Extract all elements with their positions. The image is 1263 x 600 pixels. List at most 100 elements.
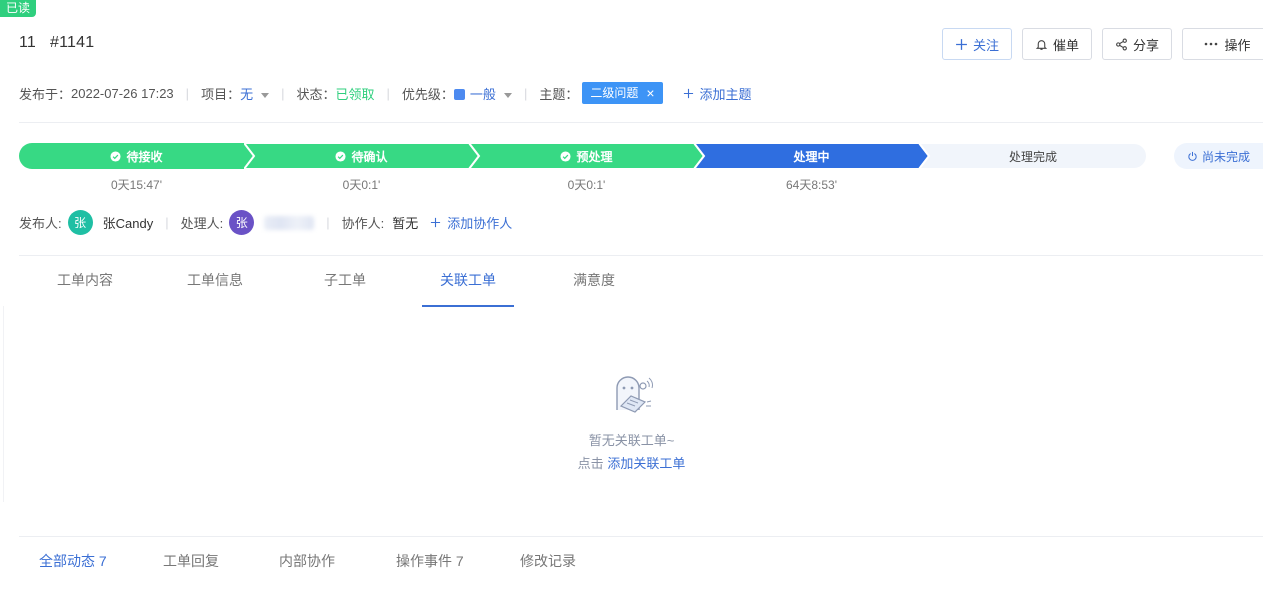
divider: |	[185, 85, 190, 101]
project-select[interactable]: 无	[240, 84, 270, 103]
handler-name-redacted	[264, 215, 315, 230]
operate-label: 操作	[1224, 37, 1251, 53]
unfinished-button[interactable]: 尚未完成	[1174, 143, 1263, 169]
ticket-title: 11 #1141	[19, 34, 94, 52]
topic-label: 主题：	[539, 86, 579, 102]
progress-step-4: 处理中	[694, 143, 929, 169]
activity-tab-2[interactable]: 工单回复	[163, 551, 219, 571]
empty-state: 暂无关联工单~ 点击 添加关联工单	[0, 370, 1263, 472]
caret-down-icon	[503, 92, 512, 98]
follow-button[interactable]: 关注	[942, 28, 1012, 60]
progress-step-duration: 0天15:47'	[111, 178, 162, 192]
progress-step-label: 待接收	[110, 148, 163, 165]
published-label: 发布于：	[19, 86, 72, 102]
plus-icon	[683, 88, 693, 98]
activity-tab-1[interactable]: 全部动态 7	[39, 551, 107, 571]
add-related-ticket-link[interactable]: 添加关联工单	[607, 456, 685, 471]
ticket-meta-row: 发布于： 2022-07-26 17:23 | 项目： 无 | 状态： 已领取 …	[19, 82, 752, 104]
detail-tabs: 工单内容 工单信息 子工单 关联工单 满意度	[19, 256, 1263, 307]
close-icon[interactable]: ×	[646, 82, 654, 104]
ticket-id: #1141	[50, 34, 95, 51]
section-divider	[19, 122, 1263, 123]
published-value: 2022-07-26 17:23	[71, 85, 174, 101]
power-icon	[1188, 151, 1197, 161]
status-value: 已领取	[335, 86, 375, 102]
add-topic-link[interactable]: 添加主题	[683, 84, 752, 103]
unfinished-label: 尚未完成	[1201, 149, 1250, 164]
divider: |	[523, 85, 528, 101]
add-collaborator-link[interactable]: 添加协作人	[430, 213, 512, 232]
publisher-avatar: 张	[67, 210, 93, 235]
share-icon	[1116, 38, 1127, 50]
progress-step-text: 待接收	[126, 149, 163, 164]
empty-message: 暂无关联工单~	[588, 433, 675, 448]
progress-step-label: 待确认	[335, 148, 388, 165]
section-divider	[19, 536, 1263, 537]
activity-tab-3[interactable]: 内部协作	[279, 551, 335, 571]
topic-tag: 二级问题 ×	[582, 82, 663, 104]
tab-3[interactable]: 子工单	[299, 256, 391, 307]
progress-step-5: 处理完成	[919, 143, 1147, 169]
urge-label: 催单	[1053, 37, 1080, 53]
collab-label: 协作人:	[341, 216, 385, 231]
share-label: 分享	[1133, 37, 1160, 53]
progress-step-3: 预处理	[469, 143, 704, 169]
ticket-number: 11	[19, 34, 37, 51]
progress-step-duration: 64天8:53'	[786, 178, 837, 192]
divider: |	[326, 215, 330, 230]
progress-step-text: 处理完成	[1008, 149, 1057, 164]
progress-step-label: 处理中	[793, 148, 829, 165]
plus-icon	[431, 217, 441, 228]
urge-button[interactable]: 催单	[1022, 28, 1092, 60]
priority-select[interactable]: 一般	[453, 84, 512, 103]
progress-step-duration: 0天0:1'	[567, 178, 606, 192]
activity-tab-5[interactable]: 修改记录	[520, 551, 576, 571]
caret-down-icon	[261, 92, 270, 98]
progress-steps: 待接收 待确认 预处理 处理中 处理完成	[19, 143, 1147, 169]
progress-step-1: 待接收	[19, 143, 254, 169]
add-topic-label: 添加主题	[699, 86, 752, 102]
read-badge: 已读	[0, 0, 37, 17]
check-circle-icon	[335, 150, 347, 162]
bell-icon	[1035, 39, 1048, 50]
people-row: 发布人: 张 张Candy | 处理人: 张 | 协作人: 暂无 添加协作人	[19, 210, 512, 235]
priority-label: 优先级：	[401, 86, 454, 102]
empty-action-prefix: 点击	[577, 456, 604, 471]
status-label: 状态：	[296, 86, 336, 102]
progress-step-text: 待确认	[351, 149, 388, 164]
empty-action-line: 点击 添加关联工单	[0, 453, 1263, 472]
more-icon	[1205, 42, 1218, 46]
activity-tab-4[interactable]: 操作事件 7	[396, 551, 464, 571]
operate-button[interactable]: 操作	[1182, 28, 1263, 60]
project-value: 无	[240, 86, 254, 102]
handler-label: 处理人:	[180, 216, 224, 231]
check-circle-icon	[560, 150, 572, 162]
collab-value: 暂无	[392, 216, 419, 231]
priority-square-icon	[453, 88, 465, 100]
action-toolbar: 关注 催单 分享 操作	[942, 28, 1263, 60]
progress-step-text: 预处理	[576, 149, 613, 164]
ghost-empty-icon	[615, 376, 653, 413]
divider: |	[386, 85, 390, 101]
publisher-label: 发布人:	[19, 216, 62, 231]
tab-5[interactable]: 满意度	[549, 256, 639, 307]
handler-avatar: 张	[229, 210, 255, 235]
share-button[interactable]: 分享	[1102, 28, 1172, 60]
progress-step-duration: 0天0:1'	[342, 178, 381, 192]
divider: |	[165, 215, 169, 230]
tab-1[interactable]: 工单内容	[39, 256, 131, 307]
activity-tabs: 全部动态 7 工单回复 内部协作 操作事件 7 修改记录	[0, 551, 1263, 573]
progress-step-2: 待确认	[244, 143, 479, 169]
priority-value: 一般	[469, 86, 496, 102]
topic-tag-label: 二级问题	[590, 86, 639, 100]
progress-step-text: 处理中	[793, 149, 830, 164]
project-label: 项目：	[201, 86, 241, 102]
follow-label: 关注	[973, 37, 1000, 53]
publisher-name: 张Candy	[102, 216, 154, 231]
check-circle-icon	[110, 150, 122, 162]
progress-step-label: 预处理	[560, 148, 613, 165]
plus-icon	[956, 38, 967, 50]
tab-4[interactable]: 关联工单	[422, 256, 514, 307]
divider: |	[281, 85, 285, 101]
tab-2[interactable]: 工单信息	[169, 256, 261, 307]
